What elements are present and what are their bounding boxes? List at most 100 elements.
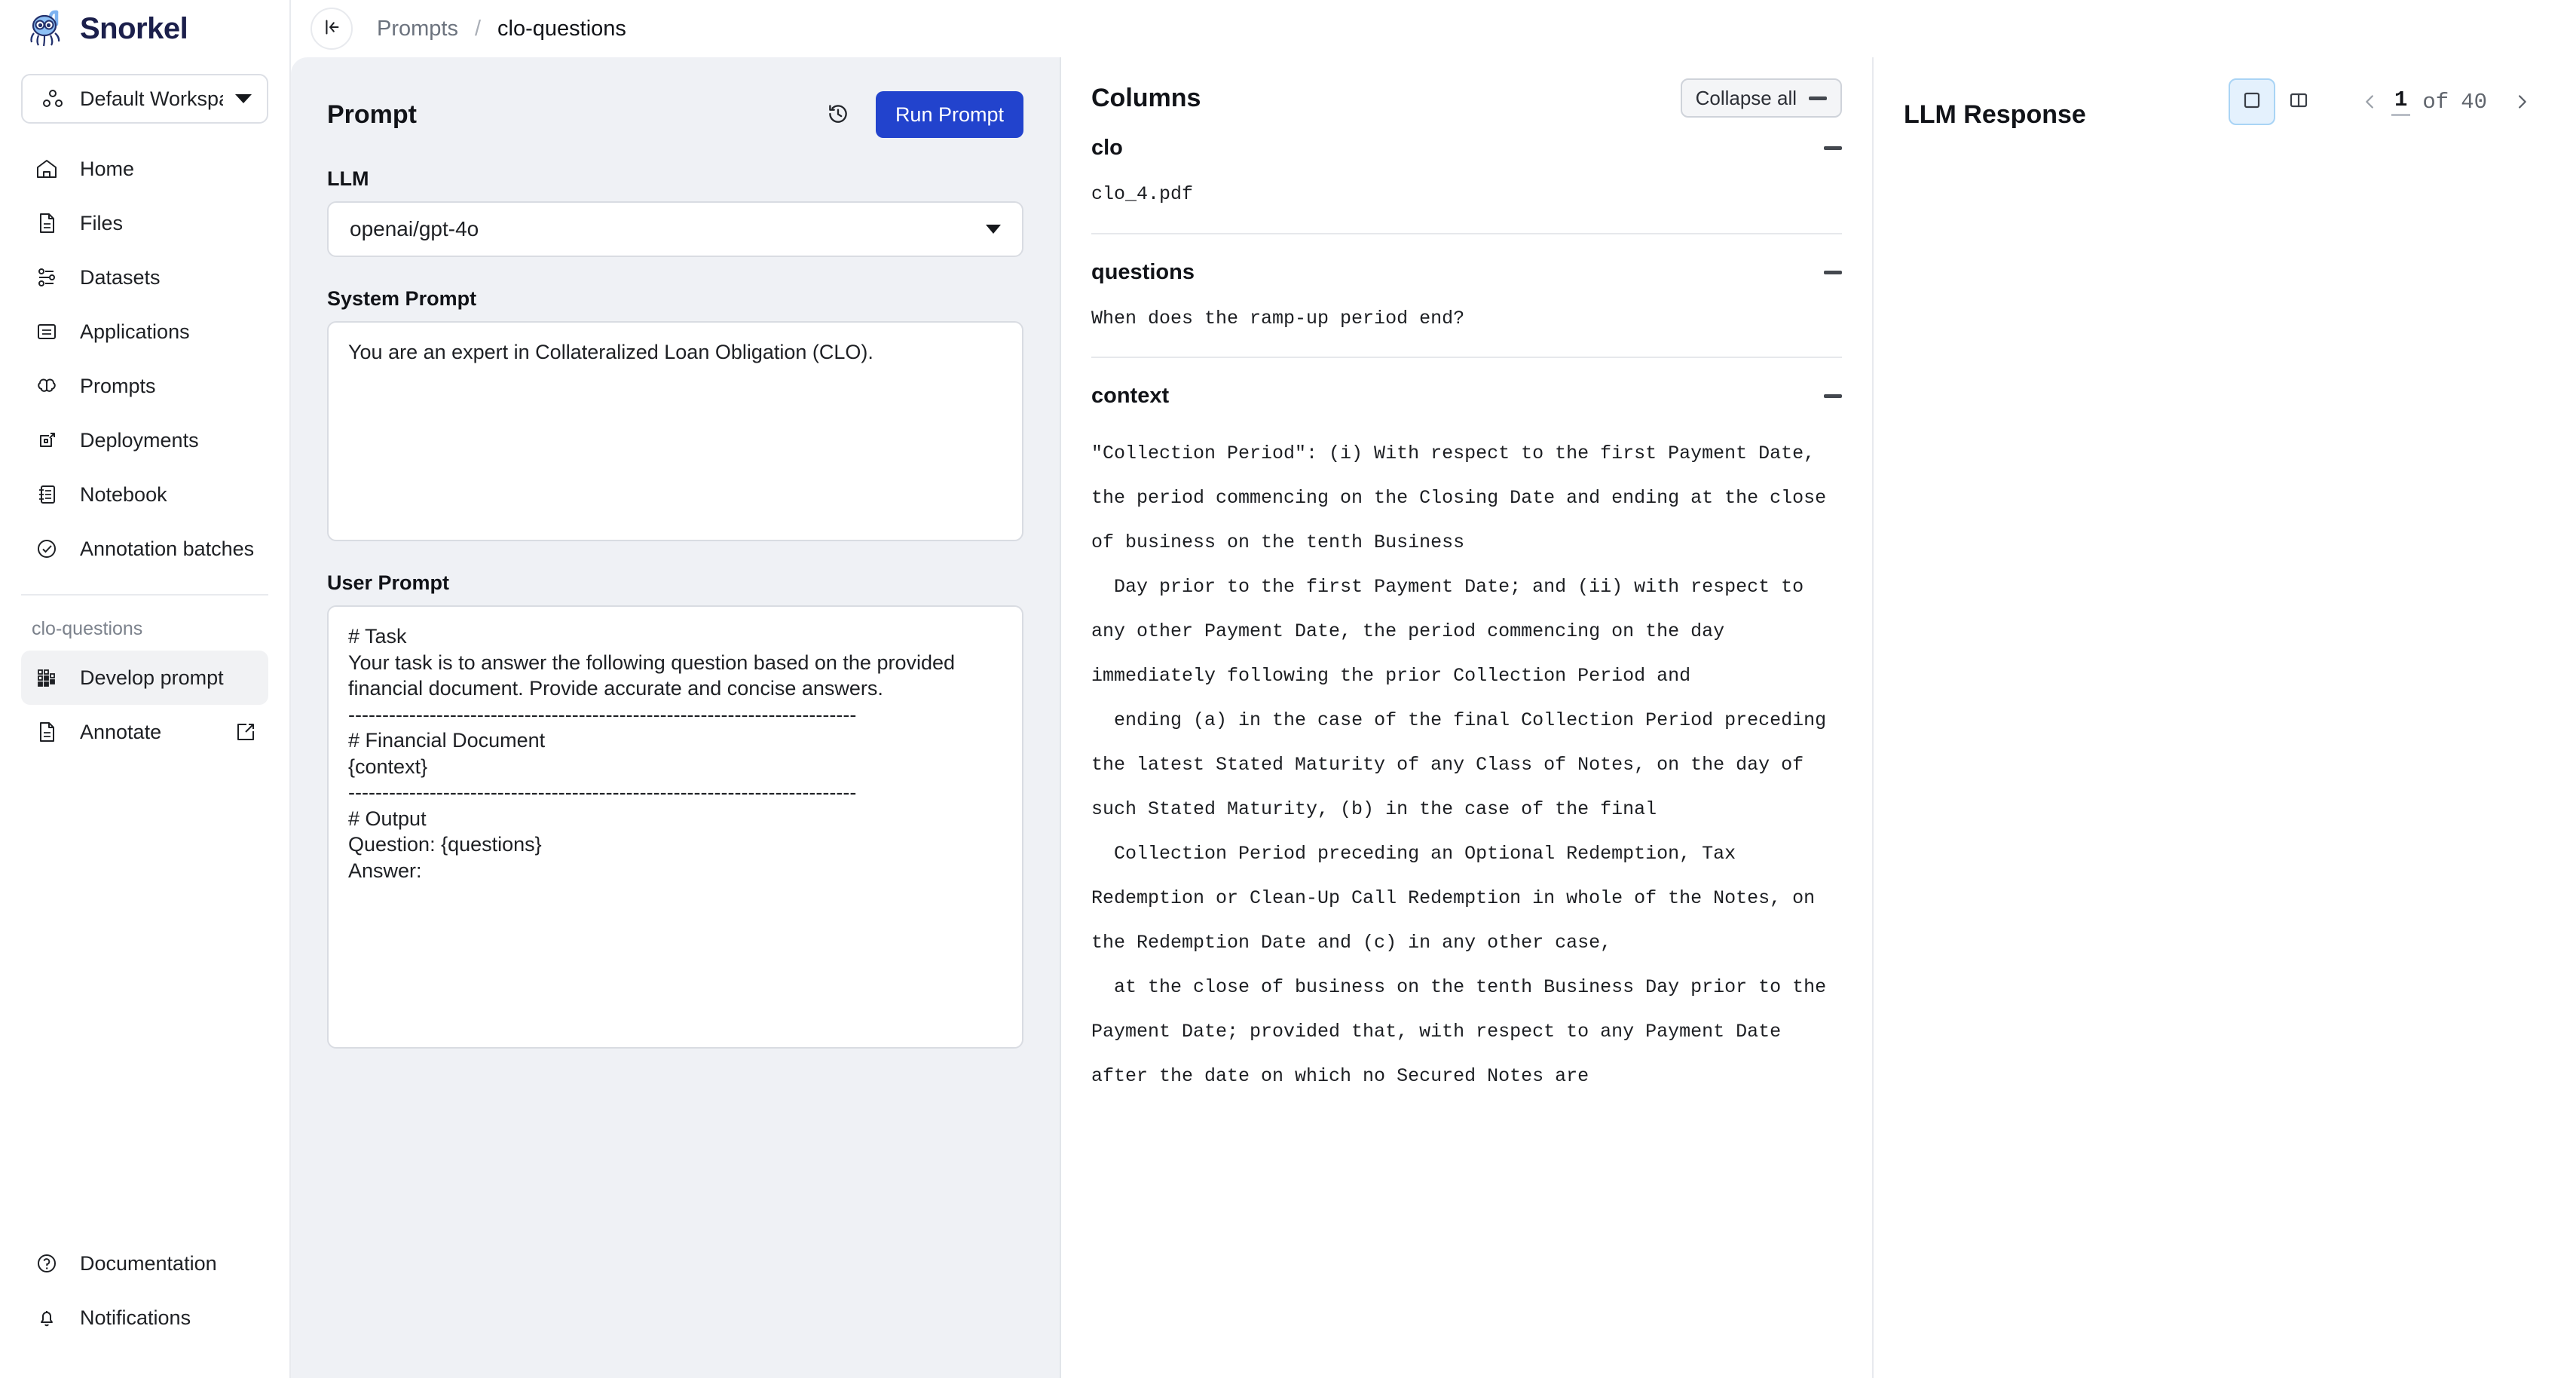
sidebar-item-develop-prompt[interactable]: Develop prompt <box>21 651 268 705</box>
sidebar-bottom: Documentation Notifications <box>0 1236 289 1378</box>
column-collapse-toggle[interactable] <box>1824 146 1842 150</box>
sidebar-item-notebook[interactable]: Notebook <box>21 467 268 522</box>
single-pane-view-button[interactable] <box>2228 78 2275 125</box>
deploy-icon <box>32 425 62 455</box>
column-header[interactable]: context <box>1091 384 1842 409</box>
prompt-panel-header: Prompt Run Prompt <box>327 89 1023 140</box>
minus-icon <box>1809 96 1827 100</box>
llm-selected-value: openai/gpt-4o <box>350 217 479 240</box>
column-value: When does the ramp-up period end? <box>1091 307 1465 329</box>
column-collapse-toggle[interactable] <box>1824 270 1842 274</box>
brain-icon <box>32 371 62 401</box>
collapse-sidebar-button[interactable] <box>311 8 353 50</box>
view-toolbar: 1 of 40 <box>2228 78 2543 125</box>
prompt-panel: Prompt Run Prompt LLM openai/gpt-4o Syst… <box>291 57 1061 1378</box>
collapse-all-button[interactable]: Collapse all <box>1680 78 1842 118</box>
column-header[interactable]: clo <box>1091 136 1842 161</box>
prompt-history-button[interactable] <box>817 93 859 136</box>
collapse-sidebar-icon <box>320 16 343 42</box>
main-area: Prompts / clo-questions 1 of 40 Prompt R… <box>291 0 2576 1378</box>
column-name: questions <box>1091 259 1195 284</box>
columns-panel-header: Columns Collapse all <box>1091 57 1842 118</box>
sidebar-item-label: Annotation batches <box>80 537 255 560</box>
llm-field-label: LLM <box>327 167 369 190</box>
user-prompt-label: User Prompt <box>327 571 450 594</box>
column-header[interactable]: questions <box>1091 260 1842 285</box>
home-icon <box>32 154 62 184</box>
next-record-button[interactable] <box>2501 81 2543 123</box>
workspace-icon <box>38 84 68 114</box>
sidebar-item-label: Files <box>80 211 124 234</box>
sidebar-item-label: Home <box>80 157 135 180</box>
grid-blocks-icon <box>32 663 62 693</box>
sidebar-group-nav: Develop prompt Annotate <box>0 651 289 759</box>
sidebar-item-home[interactable]: Home <box>21 142 268 196</box>
system-prompt-input[interactable]: You are an expert in Collateralized Loan… <box>327 321 1023 541</box>
history-clock-icon <box>825 101 851 129</box>
sidebar-item-label: Datasets <box>80 265 161 289</box>
workspace-selector-wrap: Default Workspace <box>0 57 289 124</box>
llm-response-panel: LLM Response <box>1874 57 2576 1378</box>
sidebar-nav: Home Files Datasets Applications Prompts… <box>0 124 289 596</box>
notebook-icon <box>32 479 62 510</box>
brand[interactable]: Snorkel <box>0 0 289 57</box>
record-pager: 1 of 40 <box>2349 81 2543 123</box>
sidebar: Snorkel Default Workspace <box>0 0 291 1378</box>
breadcrumb: Prompts / clo-questions <box>377 17 626 41</box>
sidebar-item-files[interactable]: Files <box>21 196 268 250</box>
column-block-context: context "Collection Period": (i) With re… <box>1091 384 1842 1125</box>
run-prompt-button[interactable]: Run Prompt <box>875 91 1023 138</box>
sidebar-item-label: Applications <box>80 320 190 343</box>
page-total: 40 <box>2461 89 2487 115</box>
llm-select[interactable]: openai/gpt-4o <box>327 201 1023 257</box>
sidebar-item-label: Notifications <box>80 1306 191 1329</box>
llm-response-title: LLM Response <box>1904 100 2086 129</box>
sidebar-item-documentation[interactable]: Documentation <box>21 1236 268 1291</box>
sidebar-item-label: Prompts <box>80 374 156 397</box>
system-prompt-label: System Prompt <box>327 287 477 310</box>
columns-panel: Columns Collapse all clo clo_4.pdf quest… <box>1061 57 1874 1378</box>
chevron-down-icon <box>235 94 252 103</box>
single-pane-icon <box>2240 88 2264 116</box>
workspace-label: Default Workspace <box>80 87 223 110</box>
sidebar-group-title: clo-questions <box>32 618 143 639</box>
split-pane-icon <box>2287 88 2311 116</box>
breadcrumb-current: clo-questions <box>497 16 626 41</box>
split-pane-view-button[interactable] <box>2275 78 2322 125</box>
sidebar-item-annotate[interactable]: Annotate <box>21 705 268 759</box>
prompt-panel-title: Prompt <box>327 100 417 129</box>
workspace-selector[interactable]: Default Workspace <box>21 74 268 124</box>
breadcrumb-parent[interactable]: Prompts <box>377 17 458 41</box>
sidebar-item-deployments[interactable]: Deployments <box>21 413 268 467</box>
applications-icon <box>32 317 62 347</box>
sidebar-item-label: Notebook <box>80 482 167 506</box>
page-number-input[interactable]: 1 <box>2391 87 2411 116</box>
column-value: clo_4.pdf <box>1091 183 1194 205</box>
minus-icon <box>1824 270 1842 274</box>
app-root: Snorkel Default Workspace <box>0 0 2576 1378</box>
sidebar-item-applications[interactable]: Applications <box>21 305 268 359</box>
column-block-questions: questions When does the ramp-up period e… <box>1091 260 1842 358</box>
column-name: context <box>1091 384 1170 408</box>
file-icon <box>32 208 62 238</box>
user-prompt-input[interactable]: # Task Your task is to answer the follow… <box>327 605 1023 1049</box>
sidebar-item-notifications[interactable]: Notifications <box>21 1291 268 1345</box>
column-collapse-toggle[interactable] <box>1824 394 1842 398</box>
collapse-all-label: Collapse all <box>1695 86 1797 109</box>
sliders-icon <box>32 262 62 292</box>
file-icon <box>32 717 62 747</box>
sidebar-item-annotation-batches[interactable]: Annotation batches <box>21 522 268 576</box>
sidebar-item-prompts[interactable]: Prompts <box>21 359 268 413</box>
sidebar-item-datasets[interactable]: Datasets <box>21 250 268 305</box>
sidebar-item-label: Deployments <box>80 428 199 452</box>
prev-record-button[interactable] <box>2349 81 2391 123</box>
breadcrumb-separator: / <box>474 16 482 41</box>
topbar: Prompts / clo-questions <box>291 0 2576 57</box>
minus-icon <box>1824 146 1842 150</box>
column-block-clo: clo clo_4.pdf <box>1091 136 1842 234</box>
sidebar-item-label: Develop prompt <box>80 666 224 689</box>
column-name: clo <box>1091 136 1123 160</box>
sidebar-item-label: Annotate <box>80 720 162 743</box>
external-link-icon[interactable] <box>234 720 258 744</box>
bell-icon <box>32 1303 62 1333</box>
